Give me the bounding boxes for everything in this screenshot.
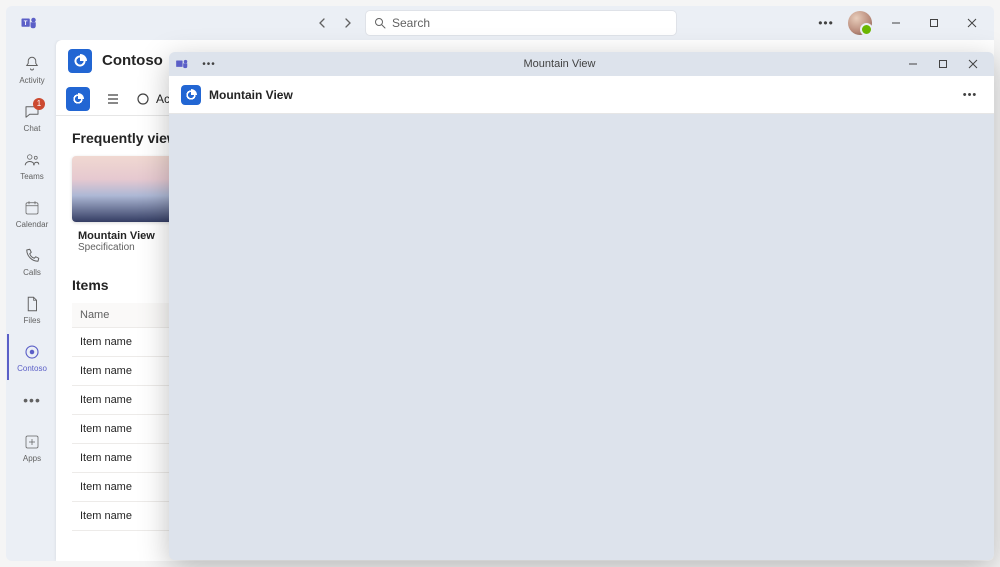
calendar-icon	[22, 198, 42, 218]
app-name: Contoso	[102, 52, 163, 69]
popout-window-title: Mountain View	[229, 58, 890, 70]
teams-logo-icon: T	[20, 14, 38, 32]
nav-arrows	[310, 11, 360, 35]
more-options-button[interactable]: •••	[814, 11, 838, 35]
user-avatar[interactable]	[848, 11, 872, 35]
rail-contoso[interactable]: Contoso	[7, 334, 55, 380]
rail-more[interactable]: •••	[7, 382, 55, 418]
forward-button[interactable]	[336, 11, 360, 35]
rail-label: Teams	[20, 172, 44, 181]
rail-files[interactable]: Files	[7, 286, 55, 332]
contoso-icon	[22, 342, 42, 362]
more-icon: •••	[22, 390, 42, 410]
rail-chat[interactable]: 1 Chat	[7, 94, 55, 140]
card-subtitle: Specification	[72, 242, 176, 253]
frequently-viewed-card[interactable]: Mountain View Specification	[72, 156, 176, 253]
rail-activity[interactable]: Activity	[7, 46, 55, 92]
teams-logo-icon	[175, 57, 189, 71]
card-title: Mountain View	[72, 230, 176, 242]
popout-more-button[interactable]: •••	[197, 52, 221, 76]
back-button[interactable]	[310, 11, 334, 35]
circle-icon	[136, 92, 150, 106]
rail-teams[interactable]: Teams	[7, 142, 55, 188]
popout-close-button[interactable]	[958, 52, 988, 76]
app-rail: Activity 1 Chat Teams Calendar	[6, 40, 56, 561]
popout-titlebar: ••• Mountain View	[169, 52, 994, 76]
rail-calendar[interactable]: Calendar	[7, 190, 55, 236]
svg-text:T: T	[24, 21, 28, 27]
card-thumbnail	[72, 156, 176, 222]
rail-label: Chat	[24, 124, 41, 133]
file-icon	[22, 294, 42, 314]
rail-label: Apps	[23, 454, 41, 463]
rail-label: Activity	[19, 76, 44, 85]
minimize-button[interactable]	[882, 9, 910, 37]
popout-maximize-button[interactable]	[928, 52, 958, 76]
main-titlebar: T Search •••	[6, 6, 994, 40]
popout-minimize-button[interactable]	[898, 52, 928, 76]
rail-label: Calendar	[16, 220, 48, 229]
rail-apps[interactable]: Apps	[7, 424, 55, 470]
app-home-button[interactable]	[66, 87, 90, 111]
teams-icon	[22, 150, 42, 170]
popout-window: ••• Mountain View Mountain View •••	[169, 52, 994, 560]
rail-label: Calls	[23, 268, 41, 277]
popout-header: Mountain View •••	[169, 76, 994, 114]
search-input[interactable]: Search	[366, 11, 676, 35]
contoso-app-logo	[181, 85, 201, 105]
rail-label: Files	[24, 316, 41, 325]
search-icon	[374, 17, 386, 29]
bell-icon	[22, 54, 42, 74]
apps-icon	[22, 432, 42, 452]
chat-badge: 1	[33, 98, 45, 110]
search-placeholder: Search	[392, 16, 430, 30]
popout-header-more-button[interactable]: •••	[958, 83, 982, 107]
popout-header-title: Mountain View	[209, 88, 293, 102]
rail-label: Contoso	[17, 364, 47, 373]
rail-calls[interactable]: Calls	[7, 238, 55, 284]
popout-body	[169, 114, 994, 560]
maximize-button[interactable]	[920, 9, 948, 37]
close-button[interactable]	[958, 9, 986, 37]
contoso-app-logo	[68, 49, 92, 73]
phone-icon	[22, 246, 42, 266]
hamburger-button[interactable]	[100, 86, 126, 112]
